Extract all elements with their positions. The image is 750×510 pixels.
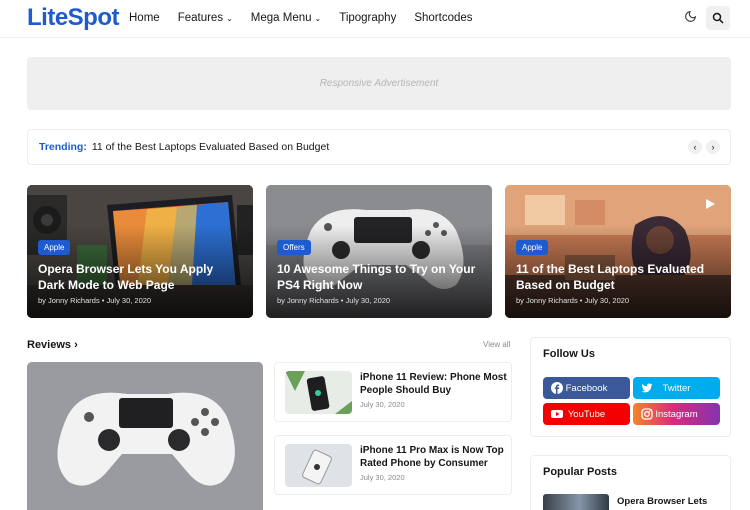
featured-meta: by Jonny Richards • July 30, 2020 bbox=[38, 296, 152, 305]
review-list-item[interactable]: iPhone 11 Pro Max is Now Top Rated Phone… bbox=[274, 435, 512, 495]
nav-label: Shortcodes bbox=[414, 12, 473, 24]
featured-card[interactable]: Apple 11 of the Best Laptops Evaluated B… bbox=[505, 185, 731, 318]
view-all-link[interactable]: View all bbox=[483, 340, 510, 349]
widget-title: Popular Posts bbox=[543, 466, 617, 478]
trending-label: Trending: bbox=[39, 141, 87, 153]
next-arrow-button[interactable]: › bbox=[706, 140, 720, 154]
nav-item-shortcodes[interactable]: Shortcodes bbox=[414, 12, 472, 24]
trending-bar: Trending: 11 of the Best Laptops Evaluat… bbox=[27, 129, 731, 165]
youtube-button[interactable]: YouTube bbox=[543, 403, 630, 425]
widget-title: Follow Us bbox=[543, 348, 595, 360]
chevron-right-icon: › bbox=[74, 339, 78, 351]
trending-link[interactable]: 11 of the Best Laptops Evaluated Based o… bbox=[92, 141, 329, 153]
section-title-text: Reviews bbox=[27, 339, 72, 351]
nav-label: Features bbox=[177, 12, 224, 24]
review-title[interactable]: iPhone 11 Pro Max is Now Top Rated Phone… bbox=[360, 444, 508, 470]
main-nav: Home Features ⌄ Mega Menu ⌄ Tipography Sho… bbox=[129, 12, 491, 24]
logo-part-spot: Spot bbox=[67, 4, 120, 31]
social-label: Facebook bbox=[565, 382, 608, 394]
youtube-icon bbox=[551, 410, 563, 418]
social-label: Twitter bbox=[662, 382, 691, 394]
review-thumbnail-phone bbox=[285, 371, 352, 414]
nav-label: Tipography bbox=[339, 12, 397, 24]
nav-item-tipography[interactable]: Tipography bbox=[339, 12, 396, 24]
social-label: YouTube bbox=[567, 408, 606, 420]
nav-item-home[interactable]: Home bbox=[129, 12, 160, 24]
popular-posts-widget: Popular Posts Opera Browser Lets bbox=[530, 455, 731, 510]
site-header: LiteSpot Home Features ⌄ Mega Menu ⌄ Tipog… bbox=[0, 0, 750, 38]
instagram-button[interactable]: Instagram bbox=[633, 403, 720, 425]
logo-part-lite: Lite bbox=[27, 4, 68, 31]
review-title[interactable]: iPhone 11 Review: Phone Most People Shou… bbox=[360, 371, 508, 397]
review-date: July 30, 2020 bbox=[360, 473, 405, 482]
review-featured-image[interactable] bbox=[27, 362, 263, 510]
featured-meta: by Jonny Richards • July 30, 2020 bbox=[516, 296, 630, 305]
trending-arrows: ‹ › bbox=[688, 140, 720, 154]
reviews-section-title[interactable]: Reviews › bbox=[27, 339, 78, 351]
facebook-button[interactable]: Facebook bbox=[543, 377, 630, 399]
category-badge[interactable]: Offers bbox=[277, 240, 311, 255]
review-thumbnail-phone bbox=[285, 444, 352, 487]
moon-icon[interactable] bbox=[684, 10, 698, 26]
featured-title[interactable]: 11 of the Best Laptops Evaluated Based o… bbox=[516, 261, 721, 293]
play-video-icon[interactable] bbox=[699, 195, 721, 213]
featured-meta: by Jonny Richards • July 30, 2020 bbox=[277, 296, 391, 305]
follow-us-widget: Follow Us Facebook Twitter YouTube Insta… bbox=[530, 337, 731, 437]
nav-item-features[interactable]: Features ⌄ bbox=[178, 12, 233, 24]
twitter-button[interactable]: Twitter bbox=[633, 377, 720, 399]
featured-title[interactable]: 10 Awesome Things to Try on Your PS4 Rig… bbox=[277, 261, 482, 293]
featured-title[interactable]: Opera Browser Lets You Apply Dark Mode t… bbox=[38, 261, 243, 293]
facebook-icon bbox=[551, 382, 563, 394]
chevron-down-icon: ⌄ bbox=[314, 13, 322, 23]
chevron-down-icon: ⌄ bbox=[226, 13, 233, 23]
site-logo[interactable]: LiteSpot bbox=[27, 4, 120, 32]
prev-arrow-button[interactable]: ‹ bbox=[688, 140, 702, 154]
nav-label: Home bbox=[129, 12, 160, 24]
review-list-item[interactable]: iPhone 11 Review: Phone Most People Shou… bbox=[274, 362, 512, 422]
featured-card[interactable]: Offers 10 Awesome Things to Try on Your … bbox=[266, 185, 492, 318]
social-label: Instagram bbox=[655, 408, 698, 420]
nav-item-mega-menu[interactable]: Mega Menu ⌄ bbox=[251, 12, 321, 24]
twitter-icon bbox=[641, 383, 653, 393]
featured-card[interactable]: Apple Opera Browser Lets You Apply Dark … bbox=[27, 185, 253, 318]
category-badge[interactable]: Apple bbox=[516, 240, 549, 255]
search-icon bbox=[712, 12, 724, 24]
advertisement: Responsive Advertisement bbox=[27, 57, 731, 110]
search-button[interactable] bbox=[706, 6, 730, 30]
review-date: July 30, 2020 bbox=[360, 400, 405, 409]
popular-post-thumbnail[interactable] bbox=[543, 494, 609, 510]
nav-label: Mega Menu bbox=[250, 12, 312, 24]
category-badge[interactable]: Apple bbox=[38, 240, 71, 255]
popular-post-title[interactable]: Opera Browser Lets bbox=[617, 495, 727, 508]
ad-text: Responsive Advertisement bbox=[319, 78, 439, 89]
instagram-icon bbox=[641, 408, 653, 420]
